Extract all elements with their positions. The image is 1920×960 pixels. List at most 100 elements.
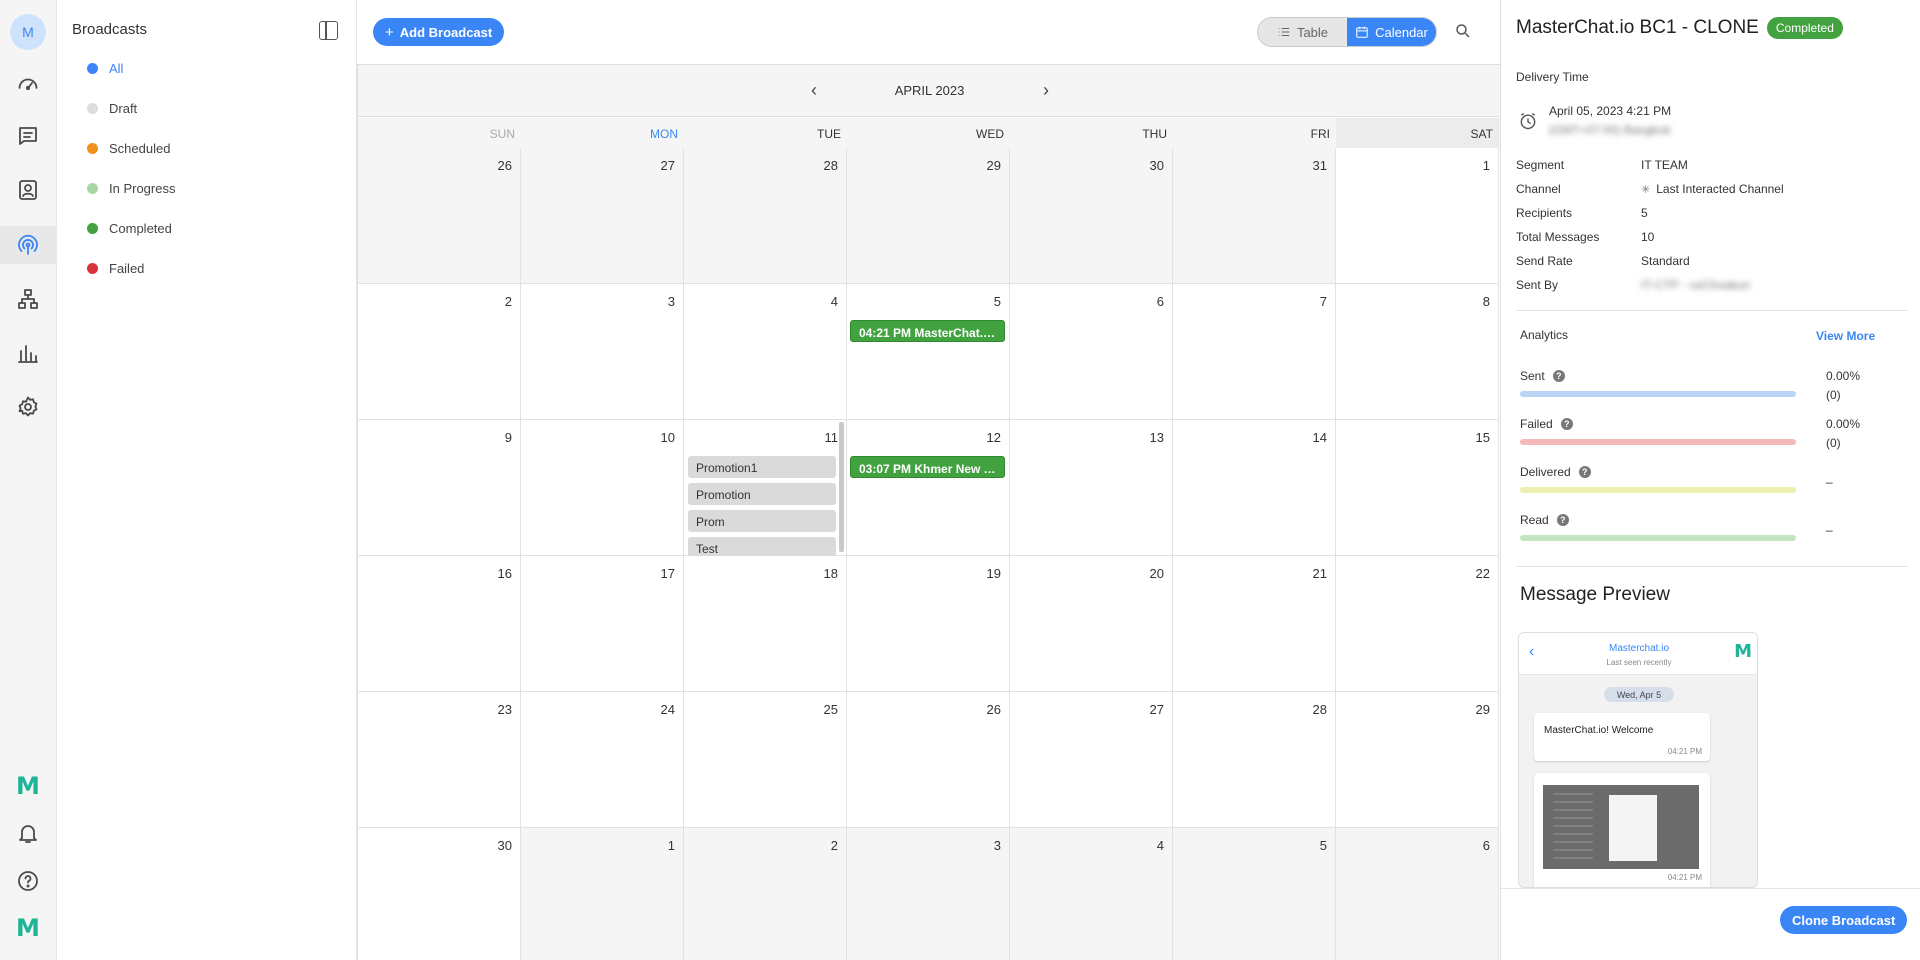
- calendar-day-cell[interactable]: 6: [1010, 284, 1173, 420]
- status-dot-icon: [87, 102, 98, 114]
- calendar-day-cell[interactable]: 29: [847, 148, 1010, 284]
- filter-draft[interactable]: Draft: [87, 97, 137, 119]
- calendar-day-cell[interactable]: 30: [358, 828, 521, 960]
- calendar-day-cell[interactable]: 1: [1336, 148, 1499, 284]
- status-badge: Completed: [1766, 17, 1843, 39]
- calendar-day-cell[interactable]: 13: [1010, 420, 1173, 556]
- day-number: 1: [667, 838, 675, 853]
- calendar-day-cell[interactable]: 12 03:07 PM Khmer New Year: [847, 420, 1010, 556]
- filter-completed[interactable]: Completed: [87, 217, 172, 239]
- clone-broadcast-button[interactable]: Clone Broadcast: [1780, 906, 1908, 934]
- calendar-day-cell[interactable]: 25: [684, 692, 847, 828]
- calendar-week: 2 3 4 5 04:21 PM MasterChat.io BC1 - CLONE 6 7…: [358, 284, 1501, 420]
- calendar-day-cell[interactable]: 15: [1336, 420, 1499, 556]
- calendar-event[interactable]: Prom: [688, 510, 836, 532]
- help-icon[interactable]: ?: [1578, 466, 1591, 478]
- help-icon[interactable]: ?: [1552, 370, 1565, 382]
- field-label-sent-by: Sent By: [1516, 278, 1559, 292]
- calendar-day-cell[interactable]: 3: [847, 828, 1010, 960]
- calendar-day-cell[interactable]: 21: [1173, 556, 1336, 692]
- calendar-day-cell[interactable]: 5: [1173, 828, 1336, 960]
- day-scrollbar[interactable]: [839, 422, 844, 552]
- avatar[interactable]: M: [10, 14, 46, 50]
- delivery-time-value: April 05, 2023 4:21 PM: [1549, 104, 1672, 118]
- help-icon[interactable]: ?: [1560, 418, 1573, 430]
- calendar-day-cell[interactable]: 1: [521, 828, 684, 960]
- brand-logo-icon[interactable]: M: [12, 912, 44, 944]
- day-number: 29: [1475, 702, 1490, 717]
- day-number: 5: [1319, 838, 1327, 853]
- calendar-view-button[interactable]: Calendar: [1347, 18, 1436, 46]
- search-icon[interactable]: [1454, 22, 1474, 42]
- filter-failed[interactable]: Failed: [87, 257, 144, 279]
- day-number: 15: [1475, 430, 1490, 445]
- calendar-day-cell[interactable]: 28: [1173, 692, 1336, 828]
- help-icon[interactable]: [12, 865, 44, 897]
- calendar-day-cell[interactable]: 4: [1010, 828, 1173, 960]
- calendar-day-cell[interactable]: 16: [358, 556, 521, 692]
- calendar-day-cell[interactable]: 4: [684, 284, 847, 420]
- reports-icon[interactable]: [12, 337, 44, 369]
- weekday-mon: MON: [650, 127, 678, 141]
- calendar-day-cell[interactable]: 30: [1010, 148, 1173, 284]
- calendar-day-cell[interactable]: 23: [358, 692, 521, 828]
- calendar-day-cell[interactable]: 26: [358, 148, 521, 284]
- calendar-day-cell[interactable]: 27: [1010, 692, 1173, 828]
- icon-rail: M M M: [0, 0, 57, 960]
- calendar-event[interactable]: Promotion1: [688, 456, 836, 478]
- view-more-link[interactable]: View More: [1816, 329, 1875, 343]
- metric-count: (0): [1826, 436, 1841, 450]
- calendar-day-cell[interactable]: 18: [684, 556, 847, 692]
- calendar-day-cell[interactable]: 17: [521, 556, 684, 692]
- calendar-day-cell[interactable]: 8: [1336, 284, 1499, 420]
- help-icon[interactable]: ?: [1556, 514, 1569, 526]
- calendar-day-cell[interactable]: 26: [847, 692, 1010, 828]
- calendar-day-cell[interactable]: 6: [1336, 828, 1499, 960]
- calendar-day-cell[interactable]: 29: [1336, 692, 1499, 828]
- broadcast-icon[interactable]: [12, 229, 44, 261]
- field-value-text: 10: [1641, 230, 1655, 244]
- day-number: 18: [823, 566, 838, 581]
- dashboard-icon[interactable]: [12, 68, 44, 100]
- calendar-day-cell[interactable]: 31: [1173, 148, 1336, 284]
- calendar-day-cell[interactable]: 10: [521, 420, 684, 556]
- field-value-text: Standard: [1641, 254, 1690, 268]
- calendar-day-cell[interactable]: 24: [521, 692, 684, 828]
- collapse-sidebar-icon[interactable]: [319, 21, 338, 40]
- day-number: 12: [986, 430, 1001, 445]
- calendar-event[interactable]: 03:07 PM Khmer New Year: [850, 456, 1005, 478]
- calendar-day-cell[interactable]: 20: [1010, 556, 1173, 692]
- add-broadcast-label: Add Broadcast: [399, 24, 493, 40]
- field-value-channel: ✳ Last Interacted Channel: [1641, 182, 1784, 196]
- calendar-day-cell[interactable]: 7: [1173, 284, 1336, 420]
- calendar-day-cell[interactable]: 3: [521, 284, 684, 420]
- weekday-header: SUN MON TUE WED THU FRI SAT: [358, 118, 1501, 148]
- filter-all[interactable]: All: [87, 57, 123, 79]
- calendar-day-cell[interactable]: 9: [358, 420, 521, 556]
- calendar-day-cell[interactable]: 19: [847, 556, 1010, 692]
- contacts-icon[interactable]: [12, 174, 44, 206]
- bell-icon[interactable]: [12, 817, 44, 849]
- calendar-day-cell[interactable]: 14: [1173, 420, 1336, 556]
- calendar-event[interactable]: 04:21 PM MasterChat.io BC1 - CLONE: [850, 320, 1005, 342]
- calendar-event[interactable]: Promotion: [688, 483, 836, 505]
- settings-icon[interactable]: [12, 391, 44, 423]
- filter-in-progress[interactable]: In Progress: [87, 177, 175, 199]
- next-month-icon[interactable]: ›: [1036, 80, 1056, 100]
- calendar-day-cell[interactable]: 2: [684, 828, 847, 960]
- calendar-day-cell[interactable]: 2: [358, 284, 521, 420]
- calendar-day-cell[interactable]: 5 04:21 PM MasterChat.io BC1 - CLONE: [847, 284, 1010, 420]
- add-broadcast-button[interactable]: + Add Broadcast: [373, 18, 505, 46]
- messages-icon[interactable]: [12, 120, 44, 152]
- field-value-text: IT TEAM: [1641, 158, 1688, 172]
- day-number: 9: [504, 430, 512, 445]
- calendar-day-cell[interactable]: 22: [1336, 556, 1499, 692]
- calendar-day-cell[interactable]: 27: [521, 148, 684, 284]
- field-value-recipients: 5: [1641, 206, 1648, 220]
- calendar-day-cell[interactable]: 11 Promotion1 Promotion Prom Test: [684, 420, 847, 559]
- filter-scheduled[interactable]: Scheduled: [87, 137, 170, 159]
- workflow-icon[interactable]: [12, 283, 44, 315]
- calendar-day-cell[interactable]: 28: [684, 148, 847, 284]
- table-view-button[interactable]: Table: [1258, 18, 1347, 46]
- brand-status-icon[interactable]: M: [12, 770, 44, 802]
